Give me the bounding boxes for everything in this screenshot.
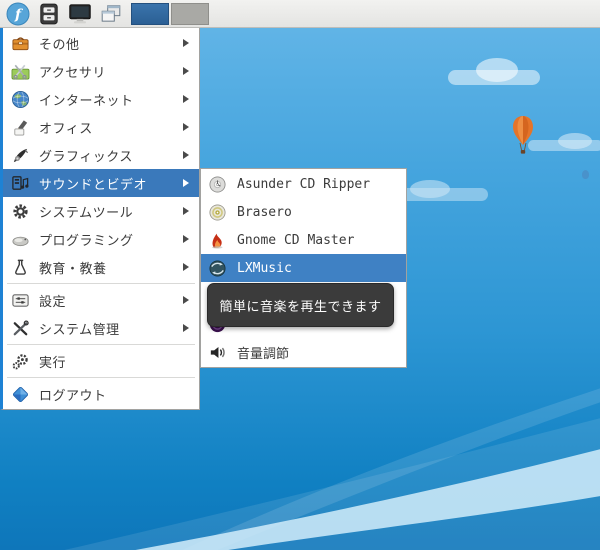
- overlapping-windows-icon: [101, 4, 121, 22]
- menu-item-label: システム管理: [39, 322, 120, 338]
- run-gears-icon: [10, 351, 30, 371]
- taskbar: f: [0, 0, 600, 28]
- submenu-arrow-icon: [183, 39, 189, 47]
- toolbox-icon: [10, 33, 30, 53]
- admin-tools-icon: [10, 318, 30, 338]
- submenu-arrow-icon: [183, 207, 189, 215]
- lxmusic-tooltip: 簡単に音楽を再生できます: [207, 283, 394, 327]
- menu-item-label: グラフィックス: [39, 149, 133, 165]
- small-balloon: [582, 170, 589, 179]
- menu-item-preferences[interactable]: 設定: [3, 286, 199, 314]
- submenu-arrow-icon: [183, 296, 189, 304]
- menu-item-label: インターネット: [39, 93, 134, 109]
- submenu-item-label: Gnome CD Master: [237, 232, 355, 248]
- submenu-arrow-icon: [183, 151, 189, 159]
- speaker-icon: [207, 342, 227, 362]
- flask-icon: [10, 257, 30, 277]
- menu-item-programming[interactable]: プログラミング: [3, 225, 199, 253]
- workspace-2[interactable]: [171, 2, 209, 25]
- menu-item-label: その他: [39, 37, 80, 53]
- submenu-item-label: Brasero: [237, 204, 292, 220]
- menu-item-label: サウンドとビデオ: [39, 177, 148, 193]
- menu-separator: [7, 283, 195, 284]
- menu-item-label: プログラミング: [39, 233, 134, 249]
- office-pen-cup-icon: [10, 117, 30, 137]
- menu-item-office[interactable]: オフィス: [3, 113, 199, 141]
- file-manager-button[interactable]: [36, 1, 62, 27]
- submenu-item-label: LXMusic: [237, 260, 292, 276]
- lxmusic-sphere-icon: [207, 258, 227, 278]
- fedora-logo-icon: f: [6, 2, 30, 25]
- submenu-item-gnome-cd-master[interactable]: Gnome CD Master: [201, 226, 406, 254]
- menu-item-label: アクセサリ: [39, 65, 106, 81]
- preferences-sliders-icon: [10, 290, 30, 310]
- menu-item-label: 教育・教養: [39, 261, 107, 277]
- submenu-arrow-icon: [183, 179, 189, 187]
- menu-item-internet[interactable]: インターネット: [3, 85, 199, 113]
- menu-item-sound-video[interactable]: サウンドとビデオ: [3, 169, 199, 197]
- logout-diamond-icon: [10, 384, 30, 404]
- cd-ripper-disc-icon: [207, 174, 227, 194]
- application-menu: その他 アクセサリ インターネット オフィス グラフィックス サウンドとビデオ …: [0, 28, 200, 410]
- workspace-1[interactable]: [131, 2, 169, 25]
- file-cabinet-icon: [40, 3, 58, 24]
- menu-item-other[interactable]: その他: [3, 29, 199, 57]
- submenu-arrow-icon: [183, 263, 189, 271]
- submenu-arrow-icon: [183, 95, 189, 103]
- flame-disc-icon: [207, 230, 227, 250]
- menu-item-run[interactable]: 実行: [3, 347, 199, 375]
- cloud: [448, 58, 540, 85]
- cloud: [528, 133, 600, 151]
- menu-separator: [7, 377, 195, 378]
- menu-item-label: システムツール: [39, 205, 134, 221]
- submenu-arrow-icon: [183, 123, 189, 131]
- hot-air-balloon: [513, 116, 533, 154]
- menu-item-logout[interactable]: ログアウト: [3, 380, 199, 408]
- sound-video-icon: [10, 173, 30, 193]
- brasero-disc-icon: [207, 202, 227, 222]
- menu-button[interactable]: f: [5, 1, 31, 27]
- submenu-item-volume-control[interactable]: 音量調節: [201, 338, 406, 366]
- submenu-arrow-icon: [183, 324, 189, 332]
- programming-icon: [10, 229, 30, 249]
- cloud: [396, 180, 488, 201]
- menu-item-label: オフィス: [39, 121, 93, 137]
- submenu-arrow-icon: [183, 67, 189, 75]
- submenu-item-lxmusic[interactable]: LXMusic: [201, 254, 406, 282]
- menu-item-graphics[interactable]: グラフィックス: [3, 141, 199, 169]
- workspace-pager: [131, 2, 209, 25]
- screen: f その他 アクセサリ インターネット オフィス グラフィックス サウンドとビデ…: [0, 0, 600, 550]
- menu-item-label: 実行: [39, 355, 67, 371]
- accessories-scissors-icon: [10, 61, 30, 81]
- submenu-item-brasero[interactable]: Brasero: [201, 198, 406, 226]
- menu-separator: [7, 344, 195, 345]
- sound-video-submenu: Asunder CD Ripper Brasero Gnome CD Maste…: [200, 168, 407, 368]
- windows-button[interactable]: [98, 1, 124, 27]
- graphics-pen-icon: [10, 145, 30, 165]
- submenu-item-asunder[interactable]: Asunder CD Ripper: [201, 170, 406, 198]
- submenu-arrow-icon: [183, 235, 189, 243]
- menu-item-label: 設定: [39, 294, 67, 310]
- menu-item-label: ログアウト: [39, 388, 107, 404]
- submenu-item-label: Asunder CD Ripper: [237, 176, 371, 192]
- gear-icon: [10, 201, 30, 221]
- monitor-icon: [69, 3, 91, 23]
- desktop-button[interactable]: [67, 1, 93, 27]
- menu-item-system-admin[interactable]: システム管理: [3, 314, 199, 342]
- menu-item-education[interactable]: 教育・教養: [3, 253, 199, 281]
- globe-icon: [10, 89, 30, 109]
- menu-item-system-tools[interactable]: システムツール: [3, 197, 199, 225]
- menu-item-accessories[interactable]: アクセサリ: [3, 57, 199, 85]
- tooltip-text: 簡単に音楽を再生できます: [219, 299, 382, 315]
- submenu-item-label: 音量調節: [237, 346, 290, 362]
